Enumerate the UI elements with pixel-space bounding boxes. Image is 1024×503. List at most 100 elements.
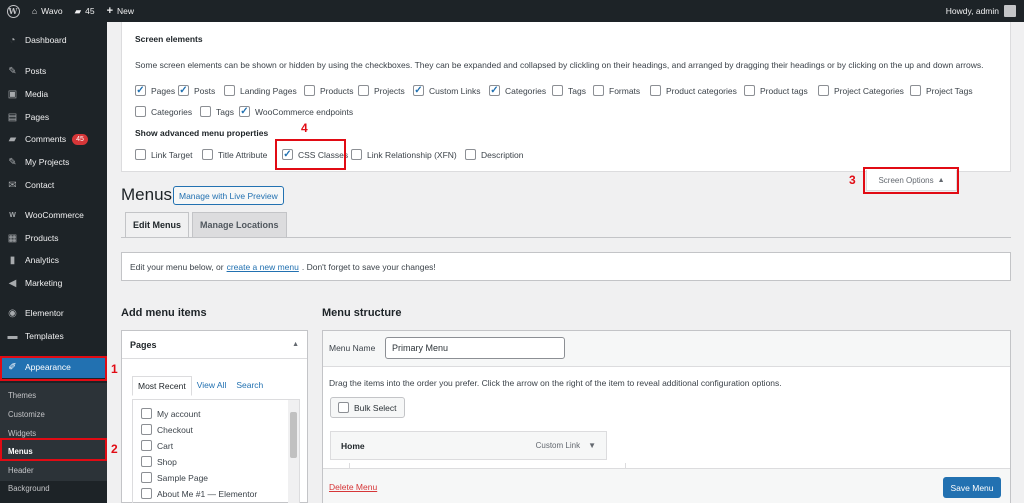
checkbox-custom-links[interactable]: Custom Links [413,85,481,96]
highlight-screen-options [863,167,959,194]
site-name: Wavo [41,6,63,16]
site-name-link[interactable]: ⌂ Wavo [26,0,69,22]
checkbox-product-categories[interactable]: Product categories [650,85,737,96]
menu-name-input[interactable] [385,337,565,359]
checkbox-tags[interactable]: Tags [552,85,586,96]
elementor-icon: ◉ [8,307,17,319]
checkbox-woocommerce-endpoints[interactable]: WooCommerce endpoints [239,106,353,117]
menu-structure-heading: Menu structure [322,307,402,319]
annotation-number-3: 3 [849,173,856,187]
sidebar-item-my-projects[interactable]: ✎ My Projects [0,151,107,173]
list-item[interactable]: My account [141,408,200,419]
bulk-select-button[interactable]: Bulk Select [330,397,405,418]
sidebar-item-woocommerce[interactable]: W WooCommerce [0,204,107,226]
pages-tabs: Most Recent View All Search [132,376,268,396]
comments-count: 45 [85,6,95,16]
comment-icon: ▰ [8,133,17,145]
menu-structure-footer: Delete Menu Save Menu [323,468,1010,503]
pages-accordion: Pages ▲ Most Recent View All Search My a… [121,330,308,503]
folder-icon: ▬ [7,330,18,342]
checkbox-posts[interactable]: Posts [178,85,215,96]
sidebar-item-analytics[interactable]: ▮ Analytics [0,249,107,271]
checkbox-categories-2[interactable]: Categories [135,106,192,117]
save-menu-button[interactable]: Save Menu [943,477,1001,498]
menu-item-home[interactable]: Home Custom Link ▼ [330,431,607,460]
checkbox-product-tags[interactable]: Product tags [744,85,808,96]
highlight-css-classes [275,139,346,170]
pages-accordion-header[interactable]: Pages ▲ [122,331,307,359]
sidebar-item-marketing[interactable]: ◀ Marketing [0,272,107,294]
checkbox-projects[interactable]: Projects [358,85,405,96]
tab-search[interactable]: Search [231,376,268,396]
annotation-number-2: 2 [111,442,118,456]
checkbox-link-target[interactable]: Link Target [135,149,192,160]
wordpress-icon: W [6,4,20,18]
new-content-link[interactable]: + New [101,0,140,22]
pages-list: My account Checkout Cart Shop Sample Pag… [132,399,300,503]
sidebar-item-posts[interactable]: ✎ Posts [0,60,107,82]
checkbox-project-tags[interactable]: Project Tags [910,85,973,96]
checkbox-project-categories[interactable]: Project Categories [818,85,904,96]
create-new-menu-link[interactable]: create a new menu [227,262,299,272]
sidebar-item-contact[interactable]: ✉ Contact [0,174,107,196]
checkbox-tags-2[interactable]: Tags [200,106,234,117]
wordpress-logo-button[interactable]: W [0,0,26,22]
megaphone-icon: ◀ [8,277,17,289]
sidebar-item-templates[interactable]: ▬ Templates [0,325,107,347]
account-menu[interactable]: Howdy, admin [946,5,1024,17]
checkbox-description[interactable]: Description [465,149,524,160]
list-item[interactable]: About Me #1 — Elementor [141,488,257,499]
checkbox-formats[interactable]: Formats [593,85,640,96]
appearance-submenu: Themes Customize Widgets Menus Header Ba… [0,383,107,493]
bar-chart-icon: ▮ [9,254,16,266]
scrollbar-thumb[interactable] [290,412,297,458]
plus-icon: + [106,5,114,17]
list-item[interactable]: Shop [141,456,177,467]
tab-edit-menus[interactable]: Edit Menus [125,212,190,238]
tab-manage-locations[interactable]: Manage Locations [192,212,287,238]
admin-bar: W ⌂ Wavo ▰ 45 + New Howdy, admin [0,0,1024,22]
edit-menu-notice: Edit your menu below, or create a new me… [121,252,1011,281]
list-item[interactable]: Checkout [141,424,193,435]
checkbox-link-relationship[interactable]: Link Relationship (XFN) [351,149,457,160]
comments-badge: 45 [72,133,88,145]
checkbox-categories[interactable]: Categories [489,85,546,96]
checkbox-products[interactable]: Products [304,85,354,96]
submenu-themes[interactable]: Themes [0,386,107,405]
submenu-background[interactable]: Background [0,479,107,498]
tab-most-recent[interactable]: Most Recent [132,376,192,396]
woo-icon: W [9,211,16,219]
mail-icon: ✉ [8,179,17,191]
delete-menu-link[interactable]: Delete Menu [329,482,377,492]
advanced-properties-title: Show advanced menu properties [135,128,269,138]
menu-item-title: Home [341,440,365,451]
caret-down-icon[interactable]: ▼ [588,441,596,450]
comment-icon: ▰ [74,5,82,16]
tab-view-all[interactable]: View All [192,376,232,396]
home-icon: ⌂ [32,6,38,16]
archive-icon: ▦ [7,232,18,244]
pin-icon: ✎ [8,156,17,168]
list-item[interactable]: Sample Page [141,472,208,483]
checkbox-title-attribute[interactable]: Title Attribute [202,149,267,160]
pages-scrollbar[interactable] [288,400,299,503]
screen-options-panel: Screen elements Some screen elements can… [121,22,1011,172]
sidebar-item-media[interactable]: ▣ Media [0,83,107,105]
list-item[interactable]: Cart [141,440,173,451]
checkbox-landing-pages[interactable]: Landing Pages [224,85,297,96]
annotation-number-4: 4 [301,121,308,135]
checkbox-pages[interactable]: Pages [135,85,175,96]
greeting: Howdy, admin [945,6,999,16]
sidebar-item-pages[interactable]: ▤ Pages [0,106,107,128]
manage-live-preview-button[interactable]: Manage with Live Preview [173,186,284,205]
highlight-menus [0,438,107,461]
new-label: New [117,6,135,16]
comments-link[interactable]: ▰ 45 [69,0,101,22]
sidebar-item-dashboard[interactable]: ◔ Dashboard [0,29,107,51]
sidebar-item-elementor[interactable]: ◉ Elementor [0,302,107,324]
drag-instructions: Drag the items into the order you prefer… [329,378,782,388]
sidebar-item-comments[interactable]: ▰ Comments 45 [0,128,107,150]
sidebar-item-products[interactable]: ▦ Products [0,227,107,249]
submenu-header[interactable]: Header [0,461,107,480]
submenu-customize[interactable]: Customize [0,405,107,424]
